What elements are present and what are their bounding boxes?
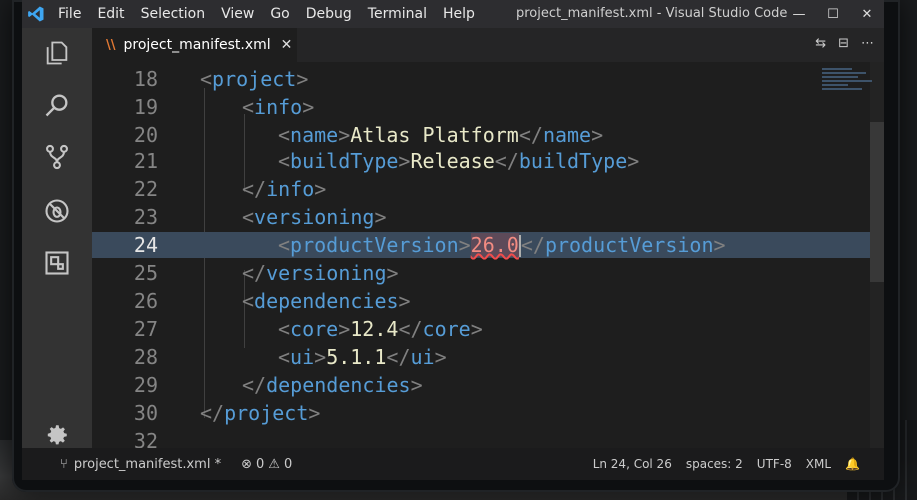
branch-icon: ⑂ — [60, 456, 68, 472]
code-line: 19 <info> — [92, 94, 872, 120]
code-line: 32 — [92, 428, 872, 448]
code-line: 23 <versioning> — [92, 204, 872, 230]
line-number: 28 — [133, 345, 158, 369]
maximize-button[interactable]: ☐ — [816, 0, 850, 28]
menu-debug[interactable]: Debug — [298, 6, 360, 22]
line-number: 22 — [133, 177, 158, 201]
window-title: project_manifest.xml - Visual Studio Cod… — [516, 6, 788, 21]
xml-file-icon: \\ — [106, 37, 116, 53]
activity-bar — [22, 28, 92, 448]
problems-indicator[interactable]: ⊗ 0 ⚠ 0 — [241, 457, 292, 472]
tab-label: project_manifest.xml — [123, 37, 271, 53]
debug-icon[interactable] — [40, 194, 74, 228]
cursor-position[interactable]: Ln 24, Col 26 — [593, 457, 672, 471]
line-number: 26 — [133, 289, 158, 313]
line-number: 21 — [133, 149, 158, 173]
status-bar: ⑂ project_manifest.xml * ⊗ 0 ⚠ 0 Ln 24, … — [22, 448, 884, 480]
code-line: 29 </dependencies> — [92, 372, 872, 398]
line-number: 27 — [133, 317, 158, 341]
notifications-bell-icon[interactable]: 🔔 — [845, 457, 860, 471]
split-editor-icon[interactable]: ⊟ — [838, 36, 849, 51]
warning-icon: ⚠ — [268, 456, 280, 472]
status-file[interactable]: project_manifest.xml * — [74, 457, 221, 472]
menu-file[interactable]: File — [50, 6, 89, 22]
indentation[interactable]: spaces: 2 — [686, 457, 743, 471]
code-editor[interactable]: 18 <project> 19 <info> 20 <name>Atlas Pl… — [92, 62, 884, 448]
gear-icon[interactable] — [40, 418, 74, 452]
vscode-logo-icon — [22, 0, 50, 28]
warning-count: 0 — [283, 456, 293, 472]
line-number: 20 — [133, 123, 158, 147]
vertical-scrollbar[interactable] — [870, 62, 884, 448]
scrollbar-thumb[interactable] — [870, 122, 884, 282]
menu-go[interactable]: Go — [262, 6, 297, 22]
title-bar: File Edit Selection View Go Debug Termin… — [22, 0, 884, 28]
error-icon: ⊗ — [241, 456, 252, 472]
close-icon[interactable]: ✕ — [281, 37, 293, 53]
minimize-button[interactable]: — — [782, 0, 816, 28]
line-number: 19 — [133, 95, 158, 119]
code-line: 25 </versioning> — [92, 260, 872, 286]
code-line: 30 </project> — [92, 400, 872, 426]
code-line: 21 <buildType>Release</buildType> — [92, 148, 872, 174]
close-window-button[interactable]: ✕ — [850, 0, 884, 28]
line-number: 30 — [133, 401, 158, 425]
menu-terminal[interactable]: Terminal — [360, 6, 435, 22]
menu-selection[interactable]: Selection — [133, 6, 214, 22]
tab-project-manifest[interactable]: \\ project_manifest.xml ✕ — [92, 28, 297, 62]
line-number: 29 — [133, 373, 158, 397]
menu-view[interactable]: View — [213, 6, 262, 22]
code-line: 26 <dependencies> — [92, 288, 872, 314]
explorer-icon[interactable] — [40, 36, 74, 70]
vscode-window: File Edit Selection View Go Debug Termin… — [22, 0, 884, 480]
language-mode[interactable]: XML — [806, 457, 831, 471]
line-number: 25 — [133, 261, 158, 285]
source-control-icon[interactable] — [40, 140, 74, 174]
code-line-active: 24 <productVersion>26.0 </productVersion> — [92, 232, 872, 258]
encoding[interactable]: UTF-8 — [757, 457, 792, 471]
code-line: 28 <ui>5.1.1</ui> — [92, 344, 872, 370]
menu-edit[interactable]: Edit — [89, 6, 132, 22]
line-number: 32 — [133, 429, 158, 448]
code-line: 27 <core>12.4</core> — [92, 316, 872, 342]
line-number: 23 — [133, 205, 158, 229]
error-count: 0 — [256, 456, 265, 472]
minimap[interactable] — [822, 66, 878, 106]
extensions-icon[interactable] — [40, 246, 74, 280]
open-changes-icon[interactable]: ⇆ — [815, 36, 826, 51]
line-number: 24 — [133, 233, 158, 257]
more-actions-icon[interactable]: ⋯ — [861, 36, 874, 51]
window-controls: — ☐ ✕ — [782, 0, 884, 28]
status-left: ⑂ project_manifest.xml * ⊗ 0 ⚠ 0 — [22, 457, 292, 472]
line-number: 18 — [133, 67, 158, 91]
code-line: 18 <project> — [92, 66, 872, 92]
menu-help[interactable]: Help — [435, 6, 483, 22]
code-line: 22 </info> — [92, 176, 872, 202]
menu-bar: File Edit Selection View Go Debug Termin… — [50, 6, 483, 22]
editor-actions: ⇆ ⊟ ⋯ — [815, 36, 874, 51]
error-squiggle: 26.0 — [470, 232, 519, 257]
status-right: Ln 24, Col 26 spaces: 2 UTF-8 XML 🔔 — [593, 448, 860, 480]
code-line: 20 <name>Atlas Platform</name> — [92, 122, 872, 148]
tab-bar: \\ project_manifest.xml ✕ ⇆ ⊟ ⋯ — [92, 28, 884, 62]
search-icon[interactable] — [40, 88, 74, 122]
